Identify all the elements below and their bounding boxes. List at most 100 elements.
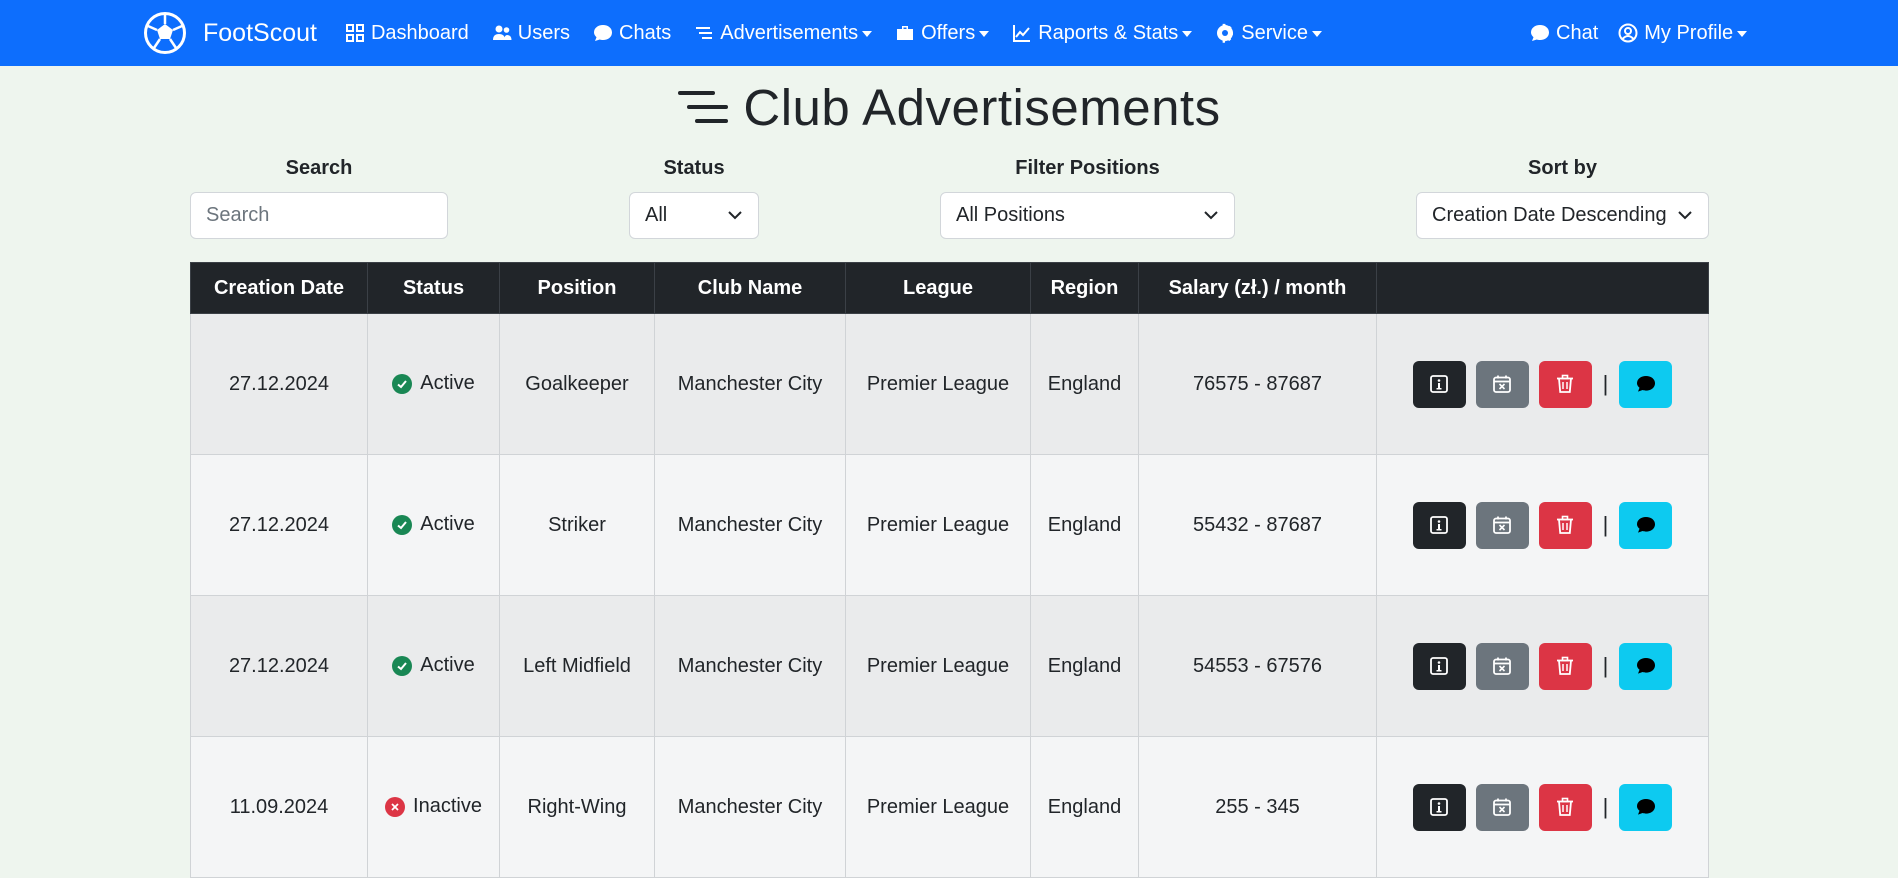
trash-icon [1557,374,1574,393]
chat-button[interactable] [1619,642,1673,690]
table-body: 27.12.2024 Active Goalkeeper Manchester … [190,313,1709,878]
cell-region: England [1030,736,1139,878]
chevron-down-icon [728,211,742,220]
check-circle-icon [392,514,413,535]
nav-raports-stats[interactable]: Raports & Stats [1012,22,1193,45]
cell-actions: | [1376,736,1709,878]
header-region[interactable]: Region [1030,262,1139,314]
grid-icon [345,24,364,42]
chat-icon [1636,376,1655,392]
nav-my-profile[interactable]: My Profile [1618,22,1748,45]
finish-button[interactable] [1475,642,1529,690]
status-text: Active [420,654,475,677]
row-actions: | [1377,501,1708,549]
chat-button[interactable] [1619,783,1673,831]
cell-status: Active [367,454,500,596]
nav-chats-label: Chats [619,21,672,44]
brand[interactable]: FootScout [143,11,317,55]
sort-filter: Sort by Creation Date Descending [1416,156,1709,239]
caret-down-icon [1182,31,1193,37]
details-button[interactable] [1412,360,1466,408]
delete-button[interactable] [1538,642,1592,690]
users-icon [492,25,512,40]
row-actions: | [1377,783,1708,831]
chat-button[interactable] [1619,501,1673,549]
delete-button[interactable] [1538,360,1592,408]
cell-creation-date: 27.12.2024 [190,595,368,737]
status-select-value: All [645,204,668,226]
nav-chat[interactable]: Chat [1530,22,1598,45]
cell-position: Left Midfield [499,595,655,737]
cell-salary: 255 - 345 [1138,736,1377,878]
nav-users[interactable]: Users [492,22,570,45]
details-button[interactable] [1412,783,1466,831]
cell-status: Active [367,595,500,737]
cell-league: Premier League [845,736,1031,878]
status-select[interactable]: All [629,192,759,239]
cell-actions: | [1376,595,1709,737]
chat-button[interactable] [1619,360,1673,408]
delete-button[interactable] [1538,501,1592,549]
delete-button[interactable] [1538,783,1592,831]
finish-button[interactable] [1475,360,1529,408]
cell-creation-date: 27.12.2024 [190,454,368,596]
brand-name: FootScout [203,18,317,47]
cell-position: Striker [499,454,655,596]
row-actions: | [1377,360,1708,408]
header-league[interactable]: League [845,262,1031,314]
cell-league: Premier League [845,454,1031,596]
search-input[interactable]: Search [190,192,448,239]
trash-icon [1557,797,1574,816]
info-square-icon [1430,375,1449,393]
user-circle-icon [1618,23,1638,43]
nav-users-label: Users [517,21,571,44]
details-button[interactable] [1412,642,1466,690]
top-navbar: FootScout Dashboard Users Chats Advertis… [0,0,1898,66]
search-filter: Search Search [190,156,448,239]
status-indicator: Active [392,513,475,536]
cell-creation-date: 27.12.2024 [190,313,368,455]
cell-league: Premier League [845,595,1031,737]
chat-icon [1636,658,1655,674]
nav-chats[interactable]: Chats [593,22,671,45]
table-row: 11.09.2024 Inactive Right-Wing Mancheste… [190,736,1709,878]
header-status[interactable]: Status [367,262,500,314]
status-indicator: Inactive [385,795,482,818]
sort-select-value: Creation Date Descending [1432,204,1667,226]
cell-region: England [1030,454,1139,596]
status-text: Active [420,513,475,536]
header-position[interactable]: Position [499,262,655,314]
nav-service[interactable]: Service [1215,22,1322,45]
nav-offers[interactable]: Offers [895,22,990,45]
sort-select[interactable]: Creation Date Descending [1416,192,1709,239]
nav-dashboard-label: Dashboard [370,21,469,44]
nav-advertisements-label: Advertisements [720,21,859,44]
nav-advertisements[interactable]: Advertisements [694,21,873,45]
status-indicator: Active [392,654,475,677]
positions-select[interactable]: All Positions [940,192,1235,239]
list-icon [696,27,713,39]
check-circle-icon [392,655,413,676]
chat-icon [1636,799,1655,815]
calendar-x-icon [1493,798,1512,816]
finish-button[interactable] [1475,783,1529,831]
sort-label: Sort by [1528,157,1597,179]
header-club-name[interactable]: Club Name [654,262,846,314]
list-icon [678,91,729,123]
table-row: 27.12.2024 Active Striker Manchester Cit… [190,454,1709,596]
table-row: 27.12.2024 Active Goalkeeper Manchester … [190,313,1709,455]
details-button[interactable] [1412,501,1466,549]
status-indicator: Active [392,372,475,395]
nav-dashboard[interactable]: Dashboard [345,22,469,45]
finish-button[interactable] [1475,501,1529,549]
cell-region: England [1030,595,1139,737]
briefcase-icon [897,26,914,40]
table-row: 27.12.2024 Active Left Midfield Manchest… [190,595,1709,737]
x-circle-icon [385,796,406,817]
header-salary[interactable]: Salary (zł.) / month [1138,262,1377,314]
search-placeholder: Search [206,204,270,226]
header-creation-date[interactable]: Creation Date [190,262,368,314]
cell-club-name: Manchester City [654,454,846,596]
cell-status: Active [367,313,500,455]
positions-select-value: All Positions [956,204,1065,226]
